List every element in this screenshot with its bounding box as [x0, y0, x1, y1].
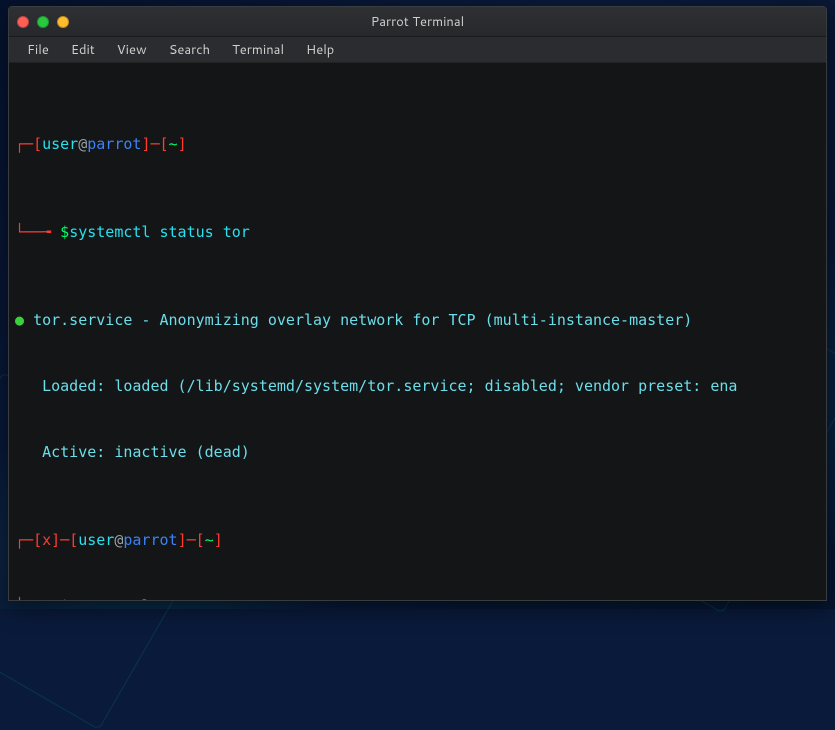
close-icon[interactable] [17, 16, 29, 28]
prompt-line: ┌─[x]─[user@parrot]─[~] [15, 529, 820, 551]
command-line: └──╼ $systemctl status tor [15, 221, 820, 243]
command-text: systemctl status tor [69, 223, 250, 241]
window-title: Parrot Terminal [9, 13, 826, 31]
minimize-icon[interactable] [37, 16, 49, 28]
menu-search[interactable]: Search [159, 38, 220, 62]
menu-view[interactable]: View [107, 38, 157, 62]
menu-help[interactable]: Help [296, 38, 344, 62]
window-controls [17, 16, 69, 28]
output-line: ● tor.service - Anonymizing overlay netw… [15, 309, 820, 331]
command-line: └──╼ $systemctl start tor [15, 595, 820, 600]
prompt-line: ┌─[user@parrot]─[~] [15, 133, 820, 155]
output-line: Loaded: loaded (/lib/systemd/system/tor.… [15, 375, 820, 397]
menu-terminal[interactable]: Terminal [222, 38, 294, 62]
terminal-window: Parrot Terminal File Edit View Search Te… [8, 6, 827, 601]
output-line: Active: inactive (dead) [15, 441, 820, 463]
menu-file[interactable]: File [17, 38, 59, 62]
menubar: File Edit View Search Terminal Help [9, 37, 826, 63]
maximize-icon[interactable] [57, 16, 69, 28]
titlebar[interactable]: Parrot Terminal [9, 7, 826, 37]
terminal-viewport[interactable]: ┌─[user@parrot]─[~] └──╼ $systemctl stat… [9, 63, 826, 600]
menu-edit[interactable]: Edit [61, 38, 105, 62]
command-text: systemctl start tor [69, 597, 241, 600]
